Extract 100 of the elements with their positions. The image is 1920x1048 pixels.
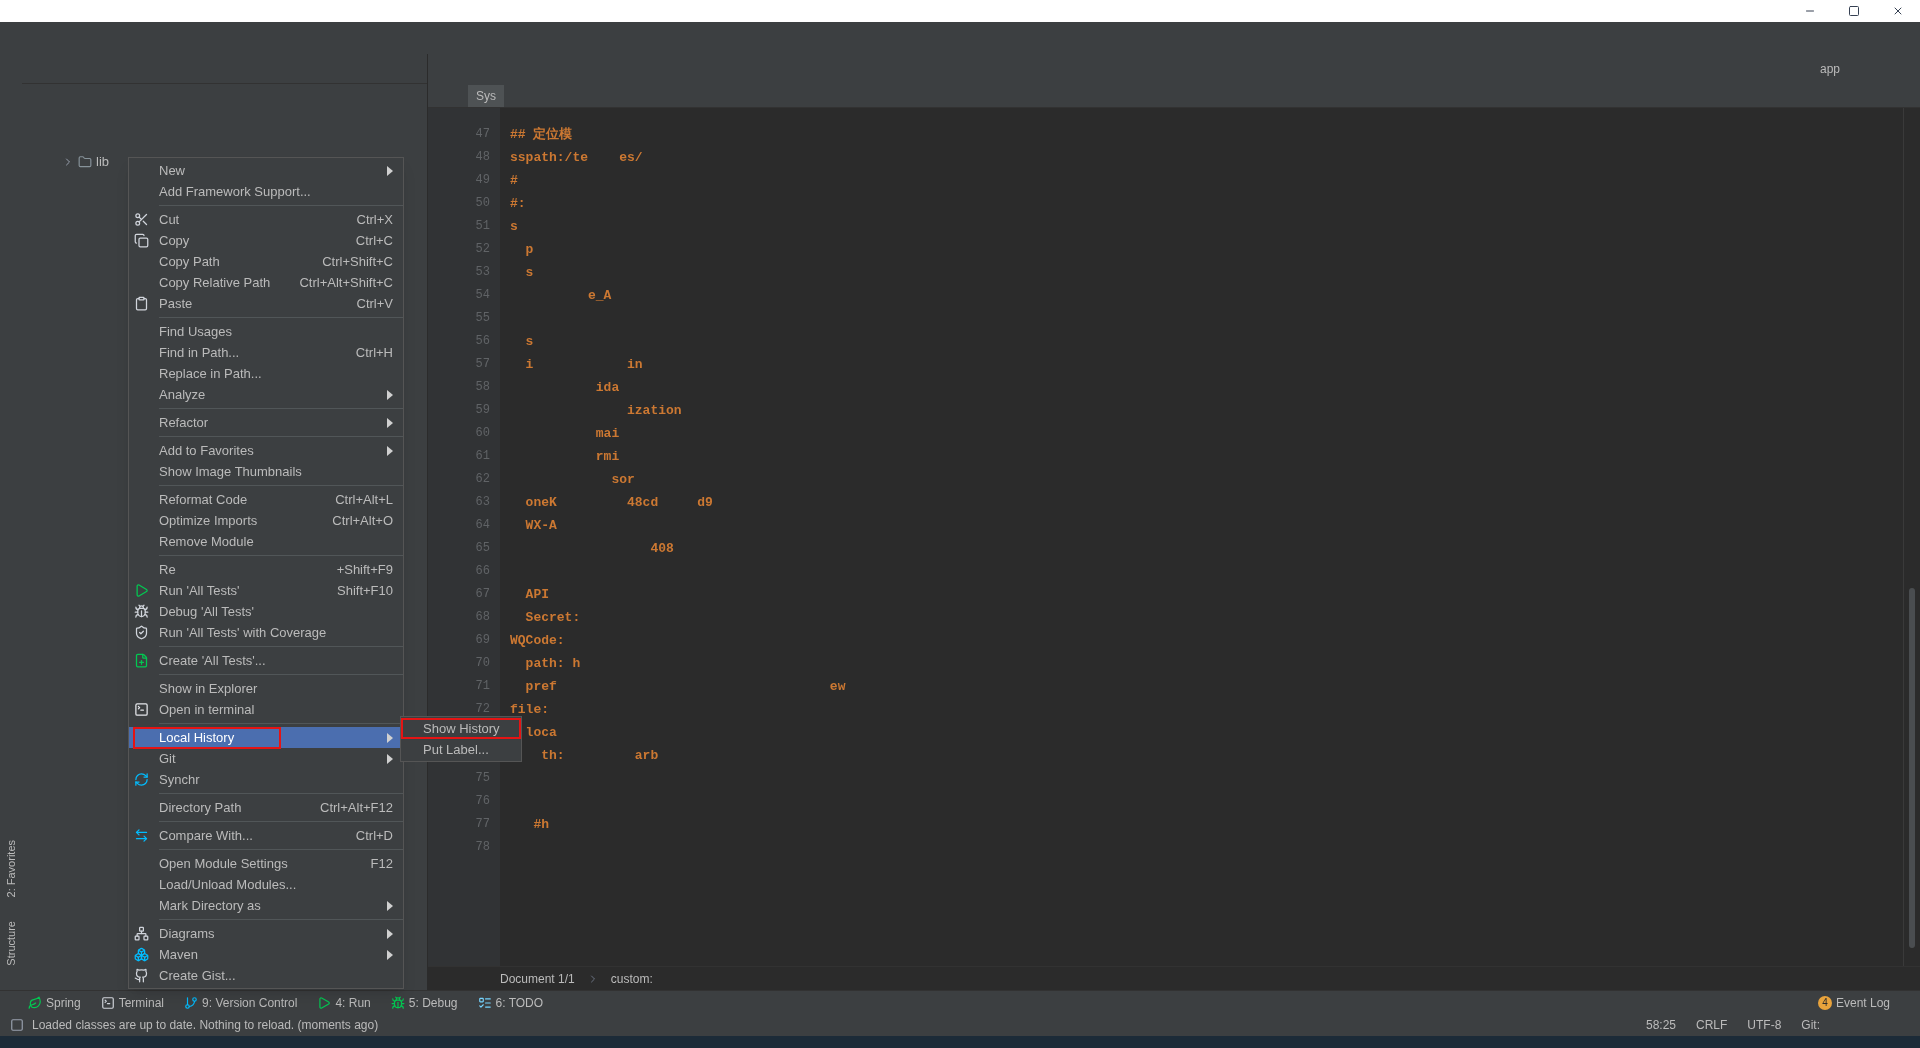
code-line: # <box>510 171 518 190</box>
menu-item[interactable]: Refactor <box>129 412 403 433</box>
scissors-icon <box>134 212 149 227</box>
tool-window-button[interactable]: Spring <box>28 993 81 1012</box>
menu-item[interactable]: Copy Ctrl+C <box>129 230 403 251</box>
menu-item[interactable]: Load/Unload Modules... <box>129 874 403 895</box>
menu-item[interactable]: Copy Relative Path Ctrl+Alt+Shift+C <box>129 272 403 293</box>
shortcut-text: Ctrl+H <box>355 343 393 362</box>
tool-window-tab[interactable]: 2: Favorites <box>2 839 20 898</box>
copy-icon <box>134 233 149 248</box>
vcs-branch[interactable]: Git: <box>1801 1016 1820 1034</box>
menu-item[interactable]: Mark Directory as <box>129 895 403 916</box>
menu-item[interactable]: Add to Favorites <box>129 440 403 461</box>
count-badge: 4 <box>1817 995 1832 1010</box>
shortcut-text: Ctrl+V <box>356 294 393 313</box>
shortcut-text: Ctrl+C <box>355 231 393 250</box>
shortcut-text: Ctrl+Alt+O <box>332 511 393 530</box>
shortcut-text: Ctrl+Shift+C <box>322 252 393 271</box>
code-line: #h <box>532 815 549 834</box>
code-line: oneK 48cd d9 <box>524 493 713 512</box>
code-line: sor <box>610 470 635 489</box>
hierarchy-icon <box>134 926 149 941</box>
tree-item[interactable]: lib <box>96 152 109 172</box>
shortcut-text: Ctrl+Alt+F12 <box>320 798 393 817</box>
menu-item[interactable]: Open in terminal <box>129 699 403 720</box>
editor-tab[interactable]: Sys <box>468 85 504 107</box>
menu-item[interactable]: Show in Explorer <box>129 678 403 699</box>
menu-item[interactable]: Local History <box>129 727 403 748</box>
menu-item[interactable]: Run 'All Tests' Shift+F10 <box>129 580 403 601</box>
close-icon[interactable] <box>1892 5 1904 17</box>
code-line: ## 定位模 <box>510 125 573 144</box>
cursor-position[interactable]: 58:25 <box>1645 1016 1676 1034</box>
code-line: p <box>524 240 534 259</box>
tool-window-tab[interactable]: Structure <box>2 921 20 966</box>
status-message: Loaded classes are up to date. Nothing to reload. (moments ago) <box>32 1017 379 1034</box>
menu-item[interactable]: Cut Ctrl+X <box>129 209 403 230</box>
menu-item[interactable]: Synchr <box>129 769 403 790</box>
code-line: s <box>510 217 518 236</box>
menu-item[interactable]: Analyze <box>129 384 403 405</box>
code-line: WQCode: <box>510 631 565 650</box>
breadcrumb[interactable]: Document 1/1 <box>500 969 575 988</box>
play-icon <box>134 583 149 598</box>
menu-item[interactable]: Find Usages <box>129 321 403 342</box>
menu-item[interactable]: Compare With... Ctrl+D <box>129 825 403 846</box>
menu-item[interactable]: Replace in Path... <box>129 363 403 384</box>
code-line: th: arb <box>540 746 659 765</box>
menu-item[interactable]: Maven <box>129 944 403 965</box>
menu-item[interactable]: Show History <box>401 718 521 739</box>
boxes-icon <box>134 947 149 962</box>
bug-icon <box>390 995 405 1010</box>
menu-item[interactable]: Copy Path Ctrl+Shift+C <box>129 251 403 272</box>
bug-icon <box>134 604 149 619</box>
menu-item[interactable]: Debug 'All Tests' <box>129 601 403 622</box>
menu-item[interactable]: Add Framework Support... <box>129 181 403 202</box>
maximize-icon[interactable] <box>1848 5 1860 17</box>
code-line: e_A <box>587 286 612 305</box>
tool-window-button[interactable]: 6: TODO <box>477 993 544 1012</box>
menu-item[interactable]: Create Gist... <box>129 965 403 986</box>
menu-item[interactable]: Show Image Thumbnails <box>129 461 403 482</box>
menu-item[interactable]: Remove Module <box>129 531 403 552</box>
menu-item[interactable]: Put Label... <box>401 739 521 760</box>
encoding-selector[interactable]: UTF-8 <box>1747 1016 1782 1034</box>
menu-item[interactable]: Reformat Code Ctrl+Alt+L <box>129 489 403 510</box>
leaf-icon <box>28 995 42 1010</box>
code-line: path: h <box>524 654 581 673</box>
code-line: WX-A <box>524 516 557 535</box>
event-log-button[interactable]: 4 Event Log <box>1817 993 1920 1012</box>
menu-item[interactable]: Find in Path... Ctrl+H <box>129 342 403 363</box>
code-line: 408 <box>649 539 674 558</box>
tool-window-button[interactable]: 5: Debug <box>390 993 458 1012</box>
menu-item[interactable]: Directory Path Ctrl+Alt+F12 <box>129 797 403 818</box>
shortcut-text: Ctrl+Alt+Shift+C <box>299 273 393 292</box>
tool-window-button[interactable]: Terminal <box>100 993 165 1012</box>
code-line: loca <box>524 723 557 742</box>
menu-item[interactable]: Optimize Imports Ctrl+Alt+O <box>129 510 403 531</box>
menu-item[interactable]: Re +Shift+F9 <box>129 559 403 580</box>
code-line: ida <box>594 378 620 397</box>
line-ending-selector[interactable]: CRLF <box>1696 1016 1728 1034</box>
shortcut-text: Ctrl+D <box>355 826 393 845</box>
code-line: #: <box>510 194 526 213</box>
shortcut-text: Ctrl+Alt+L <box>335 490 393 509</box>
terminal-icon <box>100 995 115 1010</box>
menu-item[interactable]: Open Module Settings F12 <box>129 853 403 874</box>
menu-item[interactable]: Run 'All Tests' with Coverage <box>129 622 403 643</box>
tool-window-button[interactable]: 4: Run <box>317 993 371 1012</box>
menu-item[interactable]: Git <box>129 748 403 769</box>
breadcrumb[interactable]: custom: <box>610 969 653 988</box>
menu-item[interactable]: New <box>129 160 403 181</box>
clipboard-icon <box>134 296 149 311</box>
todo-icon <box>477 995 492 1010</box>
menu-item[interactable]: Create 'All Tests'... <box>129 650 403 671</box>
menu-item[interactable]: Paste Ctrl+V <box>129 293 403 314</box>
arrows-icon <box>134 828 149 843</box>
code-line: Secret: <box>524 608 581 627</box>
code-line: rmi <box>594 447 620 466</box>
shortcut-text: Ctrl+X <box>356 210 393 229</box>
menu-item[interactable]: Diagrams <box>129 923 403 944</box>
tool-window-button[interactable]: 9: Version Control <box>184 993 298 1012</box>
code-line: ization <box>626 401 682 420</box>
file-plus-icon <box>134 653 149 668</box>
